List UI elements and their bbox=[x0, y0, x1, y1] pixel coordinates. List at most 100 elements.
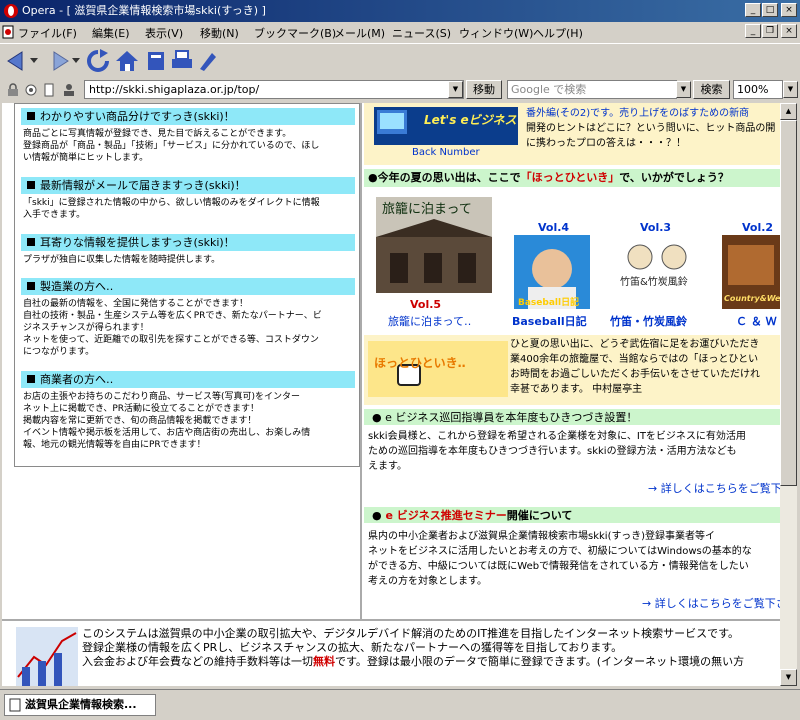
ryokan-photo[interactable]: 旅籠に泊まって bbox=[376, 197, 492, 293]
address-bar: http://skki.shigaplaza.or.jp/top/ ▼ 移動 G… bbox=[0, 78, 800, 102]
search-button[interactable]: 検索 bbox=[693, 80, 730, 99]
section-header: 商業者の方へ‥ bbox=[21, 371, 355, 388]
cookie-icon[interactable] bbox=[24, 83, 38, 97]
menu-file[interactable]: ファイル(F) bbox=[18, 25, 77, 41]
scroll-up-icon[interactable]: ▲ bbox=[780, 103, 797, 120]
reload-icon[interactable] bbox=[86, 49, 110, 73]
news-header: ● e ビジネス巡回指導員を本年度もひきつづき設置！ bbox=[364, 409, 780, 425]
scroll-thumb[interactable] bbox=[780, 120, 797, 486]
vol2-link[interactable]: Ｃ ＆ Ｗ bbox=[736, 313, 777, 329]
text-line: プラザが独自に収集した情報を随時提供します。 bbox=[23, 255, 221, 265]
vertical-scrollbar[interactable]: ▲ ▼ bbox=[780, 103, 797, 686]
lock-icon[interactable] bbox=[6, 83, 20, 97]
heading-highlight: 「ほっとひといき」 bbox=[520, 171, 620, 184]
country-western-photo[interactable]: Country&West bbox=[722, 235, 780, 309]
search-dropdown-icon[interactable]: ▼ bbox=[676, 81, 691, 98]
photo-caption-text: 旅籠に泊まって bbox=[382, 201, 472, 217]
menu-bar: ファイル(F) 編集(E) 表示(V) 移動(N) ブックマーク(B) メール(… bbox=[0, 22, 800, 42]
section-header: 耳寄りな情報を提供しますっき(skki)！ bbox=[21, 234, 355, 251]
text-line: お店の主張やお持ちのこだわり商品、サービス等(写真可)をインター bbox=[23, 392, 301, 402]
search-input[interactable]: Google で検索 bbox=[507, 80, 677, 99]
heading-text: で、いかがでしょう？ bbox=[619, 171, 729, 184]
wand-icon[interactable] bbox=[196, 49, 220, 73]
menu-view[interactable]: 表示(V) bbox=[145, 25, 183, 41]
back-dropdown-icon[interactable] bbox=[30, 56, 38, 64]
text-line: ジネスチャンスが得られます！ bbox=[23, 323, 149, 333]
vol2-label: Vol.2 bbox=[742, 221, 774, 234]
window-title: Opera - [ 滋賀県企業情報検索市場skki(すっき) ] bbox=[22, 4, 266, 17]
mdi-restore-button[interactable]: ❐ bbox=[762, 24, 778, 38]
lets-ebusiness-logo-icon[interactable]: Let's eビジネス！ bbox=[374, 107, 518, 145]
page-viewport[interactable]: わかりやすい商品分けですっき(skki)！ 商品ごとに写真情報が登録でき、見た目… bbox=[2, 103, 780, 686]
frame-divider[interactable] bbox=[360, 103, 362, 619]
opera-logo-icon bbox=[4, 4, 18, 18]
seminar-title-highlight: e ビジネス推進セミナー bbox=[385, 509, 507, 522]
more-link[interactable]: → 詳しくはこちらをご覧下 bbox=[648, 480, 780, 496]
menu-window[interactable]: ウィンドウ(W) bbox=[459, 25, 533, 41]
text-line: ネットを使って、近距離での取引先を探すことができる等、コストダウン bbox=[23, 335, 319, 345]
text-line: 登録商品が「商品・製品」「技術」「サービス」に分かれているので、ほし bbox=[23, 141, 320, 151]
back-arrow-icon[interactable] bbox=[6, 50, 28, 72]
text-line: 入会金および年会費などの維持手数料等は一切無料です。登録は最小限のデータで簡単に… bbox=[82, 655, 745, 668]
feature-panel: わかりやすい商品分けですっき(skki)！ 商品ごとに写真情報が登録でき、見た目… bbox=[14, 103, 360, 467]
text-line: 「skki」に登録された情報の中から、欲しい情報のみをダイレクトに情報 bbox=[23, 198, 320, 208]
text-line: 自社の技術・製品・生産システム等を広くPRでき、新たなパートナー、ビ bbox=[23, 311, 322, 321]
print-icon[interactable] bbox=[170, 49, 194, 73]
vol3-label: Vol.3 bbox=[640, 221, 672, 234]
title-bar[interactable]: Opera - [ 滋賀県企業情報検索市場skki(すっき) ] _ □ × bbox=[0, 0, 800, 22]
vol5-link[interactable]: 旅籠に泊まって‥ bbox=[388, 313, 471, 329]
page-tab[interactable]: 滋賀県企業情報検索... bbox=[4, 694, 156, 716]
menu-edit[interactable]: 編集(E) bbox=[92, 25, 130, 41]
bookmark-icon[interactable] bbox=[144, 49, 168, 73]
page-icon[interactable] bbox=[42, 83, 56, 97]
feature-section: 商業者の方へ‥ お店の主張やお持ちのこだわり商品、サービス等(写真可)をインター… bbox=[21, 371, 355, 451]
home-icon[interactable] bbox=[114, 49, 140, 73]
menu-mail[interactable]: メール(M) bbox=[334, 25, 385, 41]
page-tab-icon bbox=[9, 698, 21, 712]
feature-section: 製造業の方へ‥ 自社の最新の情報を、全国に発信することができます！ 自社の技術・… bbox=[21, 278, 355, 358]
address-dropdown-icon[interactable]: ▼ bbox=[448, 81, 463, 98]
section-header: 最新情報がメールで届きますっき(skki)！ bbox=[21, 177, 355, 194]
more-link[interactable]: → 詳しくはこちらをご覧下さ bbox=[642, 595, 780, 611]
bamboo-flute-illustration[interactable]: 竹笛&竹炭風鈴 bbox=[616, 235, 698, 309]
text-line: 報、地元の観光情報等を自由にPRできます！ bbox=[23, 440, 206, 450]
text-line: このシステムは滋賀県の中小企業の取引拡大や、デジタルデバイド解消のためのIT推進… bbox=[82, 627, 739, 640]
text-line: skki会員様と、これから登録を希望される企業様を対象に、ITをビジネスに有効活… bbox=[368, 431, 746, 442]
section-header: 製造業の方へ‥ bbox=[21, 278, 355, 295]
text-line: 入手できます。 bbox=[23, 210, 86, 220]
address-input[interactable]: http://skki.shigaplaza.or.jp/top/ bbox=[84, 80, 464, 99]
go-button[interactable]: 移動 bbox=[466, 80, 502, 99]
zoom-input[interactable]: 100% bbox=[733, 80, 783, 99]
mdi-minimize-button[interactable]: _ bbox=[745, 24, 761, 38]
text-line: 掲載内容を常に更新でき、旬の商品情報を掲載できます！ bbox=[23, 416, 257, 426]
text-line: 番外編(その2)です。売り上げをのばすための新商 bbox=[526, 108, 750, 119]
news-title: ● e ビジネス巡回指導員を本年度もひきつづき設置！ bbox=[372, 411, 638, 424]
forward-arrow-icon[interactable] bbox=[48, 50, 70, 72]
baseball-photo[interactable]: Baseball日記 bbox=[514, 235, 590, 309]
text-line: ネット上に掲載でき、PR活動に役立てることができます！ bbox=[23, 404, 260, 414]
text-line: 県内の中小企業者および滋賀県企業情報検索市場skki(すっき)登録事業者等イ bbox=[368, 531, 715, 542]
menu-help[interactable]: ヘルプ(H) bbox=[533, 25, 583, 41]
close-button[interactable]: × bbox=[781, 3, 797, 17]
vol3-link[interactable]: 竹笛・竹炭風鈴 bbox=[610, 313, 687, 329]
minimize-button[interactable]: _ bbox=[745, 3, 761, 17]
zoom-dropdown-icon[interactable]: ▼ bbox=[783, 81, 798, 98]
menu-bookmarks[interactable]: ブックマーク(B) bbox=[254, 25, 336, 41]
section-header: わかりやすい商品分けですっき(skki)！ bbox=[21, 108, 355, 125]
maximize-button[interactable]: □ bbox=[762, 3, 778, 17]
mdi-close-button[interactable]: × bbox=[781, 24, 797, 38]
forward-dropdown-icon[interactable] bbox=[72, 56, 80, 64]
user-icon[interactable] bbox=[62, 83, 76, 97]
text-line: 登録企業様の情報を広くPRし、ビジネスチャンスの拡大、新たなパートナーへの獲得等… bbox=[82, 641, 623, 654]
frame-divider[interactable] bbox=[2, 619, 780, 621]
text-line: ひと夏の思い出に、どうぞ武佐宿に足をお運びいただき bbox=[510, 339, 760, 350]
text-line: につながります。 bbox=[23, 347, 95, 357]
text-line: い情報が簡単にヒットします。 bbox=[23, 153, 149, 163]
back-number-link[interactable]: Back Number bbox=[412, 147, 480, 158]
vol4-link[interactable]: Baseball日記 bbox=[512, 313, 587, 329]
scroll-down-icon[interactable]: ▼ bbox=[780, 669, 797, 686]
text-line: お時間をお過ごしいただくお手伝いをさせていただけれ bbox=[510, 369, 760, 380]
content-panel: Let's eビジネス！ Back Number 番外編(その2)です。売り上げ… bbox=[364, 103, 780, 619]
menu-navigate[interactable]: 移動(N) bbox=[200, 25, 239, 41]
menu-news[interactable]: ニュース(S) bbox=[392, 25, 451, 41]
